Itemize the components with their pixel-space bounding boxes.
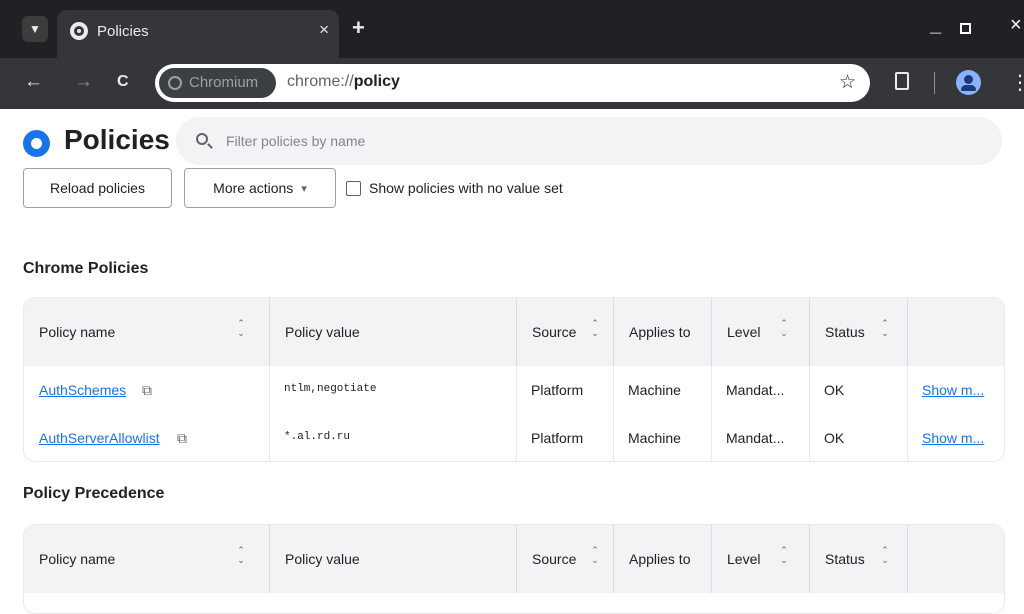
tab-strip: ▼ Policies × + _ × (0, 0, 1024, 58)
chevron-down-icon: ▼ (29, 22, 41, 36)
sort-icon[interactable]: ⌃ ⌄ (880, 318, 890, 342)
table-row: AuthServerAllowlist ⧉ *.al.rd.ru Platform… (24, 414, 1004, 461)
extensions-icon[interactable] (895, 72, 909, 90)
page-title: Policies (64, 124, 170, 155)
table-header: Policy name ⌃ ⌄ Policy value Source ⌃ ⌄ Ap… (24, 525, 1004, 593)
sort-icon[interactable]: ⌃ ⌄ (590, 318, 600, 342)
show-more-link[interactable]: Show m... (922, 414, 1004, 461)
column-header-policy-name[interactable]: Policy name ⌃ ⌄ (24, 298, 269, 366)
bookmark-star-icon[interactable]: ☆ (839, 71, 856, 94)
column-header-actions (907, 298, 1004, 366)
open-in-new-icon: ⧉ (177, 430, 187, 446)
policy-source: Platform (531, 430, 584, 446)
sort-icon[interactable]: ⌃ ⌄ (779, 545, 789, 569)
column-header-applies-to[interactable]: Applies to (613, 298, 711, 366)
chevron-down-icon: ▾ (301, 182, 307, 195)
sort-icon[interactable]: ⌃ ⌄ (236, 545, 246, 569)
search-bar[interactable] (176, 117, 1002, 165)
browser-toolbar: ← → C Chromium chrome://policy ☆ ⋮ (0, 58, 1024, 109)
address-bar[interactable]: Chromium chrome://policy ☆ (155, 64, 870, 102)
globe-icon (70, 22, 88, 40)
tab-search-button[interactable]: ▼ (22, 16, 48, 42)
sort-icon[interactable]: ⌃ ⌄ (236, 318, 246, 342)
column-header-status[interactable]: Status ⌃ ⌄ (809, 525, 907, 593)
column-header-policy-value: Policy value (269, 298, 516, 366)
more-actions-label: More actions (213, 180, 294, 196)
policy-status: OK (824, 430, 845, 446)
policy-source: Platform (531, 382, 584, 398)
show-more-link[interactable]: Show m... (922, 366, 1004, 414)
show-unset-label: Show policies with no value set (369, 180, 563, 196)
policy-level: Mandat... (726, 382, 785, 398)
column-header-applies-to[interactable]: Applies to (613, 525, 711, 593)
chip-label: Chromium (189, 74, 259, 91)
column-header-policy-value: Policy value (269, 525, 516, 593)
show-unset-checkbox[interactable] (346, 181, 361, 196)
chrome-policies-table: Policy name ⌃ ⌄ Policy value Source ⌃ ⌄ Ap… (23, 297, 1005, 462)
new-tab-button[interactable]: + (352, 15, 365, 41)
column-header-status[interactable]: Status ⌃ ⌄ (809, 298, 907, 366)
search-input[interactable] (226, 131, 926, 151)
profile-avatar-icon[interactable] (956, 70, 981, 95)
policy-name-link[interactable]: AuthServerAllowlist ⧉ (39, 414, 259, 461)
column-header-policy-name[interactable]: Policy name ⌃ ⌄ (24, 525, 269, 593)
open-in-new-icon: ⧉ (142, 382, 152, 398)
sort-icon[interactable]: ⌃ ⌄ (590, 545, 600, 569)
more-actions-button[interactable]: More actions ▾ (184, 168, 336, 208)
back-button[interactable]: ← (24, 71, 43, 93)
table-row: AuthSchemes ⧉ ntlm,negotiate Platform Mac… (24, 366, 1004, 414)
toolbar-divider (934, 72, 935, 94)
section-title-chrome-policies: Chrome Policies (23, 260, 149, 277)
tab-policies[interactable]: Policies × (57, 10, 339, 58)
section-title-policy-precedence: Policy Precedence (23, 485, 165, 502)
policy-value: ntlm,negotiate (284, 383, 377, 395)
column-header-actions (907, 525, 1004, 593)
table-header: Policy name ⌃ ⌄ Policy value Source ⌃ ⌄ Ap… (24, 298, 1004, 366)
page-content: Policies Reload policies More actions ▾ … (0, 109, 1024, 614)
maximize-button[interactable] (960, 23, 971, 34)
tab-title: Policies (97, 23, 149, 40)
reload-policies-label: Reload policies (50, 180, 145, 196)
policy-name-link[interactable]: AuthSchemes ⧉ (39, 366, 259, 414)
menu-dots-icon[interactable]: ⋮ (1010, 70, 1024, 95)
policy-value: *.al.rd.ru (284, 431, 351, 443)
reload-policies-button[interactable]: Reload policies (23, 168, 172, 208)
url-text: chrome://policy (287, 73, 400, 90)
column-header-source[interactable]: Source ⌃ ⌄ (516, 298, 613, 366)
column-header-level[interactable]: Level ⌃ ⌄ (711, 298, 809, 366)
column-header-source[interactable]: Source ⌃ ⌄ (516, 525, 613, 593)
search-icon (196, 133, 208, 145)
column-header-level[interactable]: Level ⌃ ⌄ (711, 525, 809, 593)
sort-icon[interactable]: ⌃ ⌄ (779, 318, 789, 342)
minimize-button[interactable]: _ (930, 14, 941, 37)
policy-applies-to: Machine (628, 382, 681, 398)
chromium-chip[interactable]: Chromium (159, 68, 276, 98)
policy-level: Mandat... (726, 430, 785, 446)
chromium-icon (168, 76, 182, 90)
policy-status: OK (824, 382, 845, 398)
forward-button[interactable]: → (74, 71, 93, 93)
sort-icon[interactable]: ⌃ ⌄ (880, 545, 890, 569)
tab-close-icon[interactable]: × (319, 20, 329, 40)
close-window-button[interactable]: × (1010, 14, 1022, 37)
reload-button[interactable]: C (117, 73, 129, 91)
policy-applies-to: Machine (628, 430, 681, 446)
chrome-logo-icon (23, 130, 50, 157)
